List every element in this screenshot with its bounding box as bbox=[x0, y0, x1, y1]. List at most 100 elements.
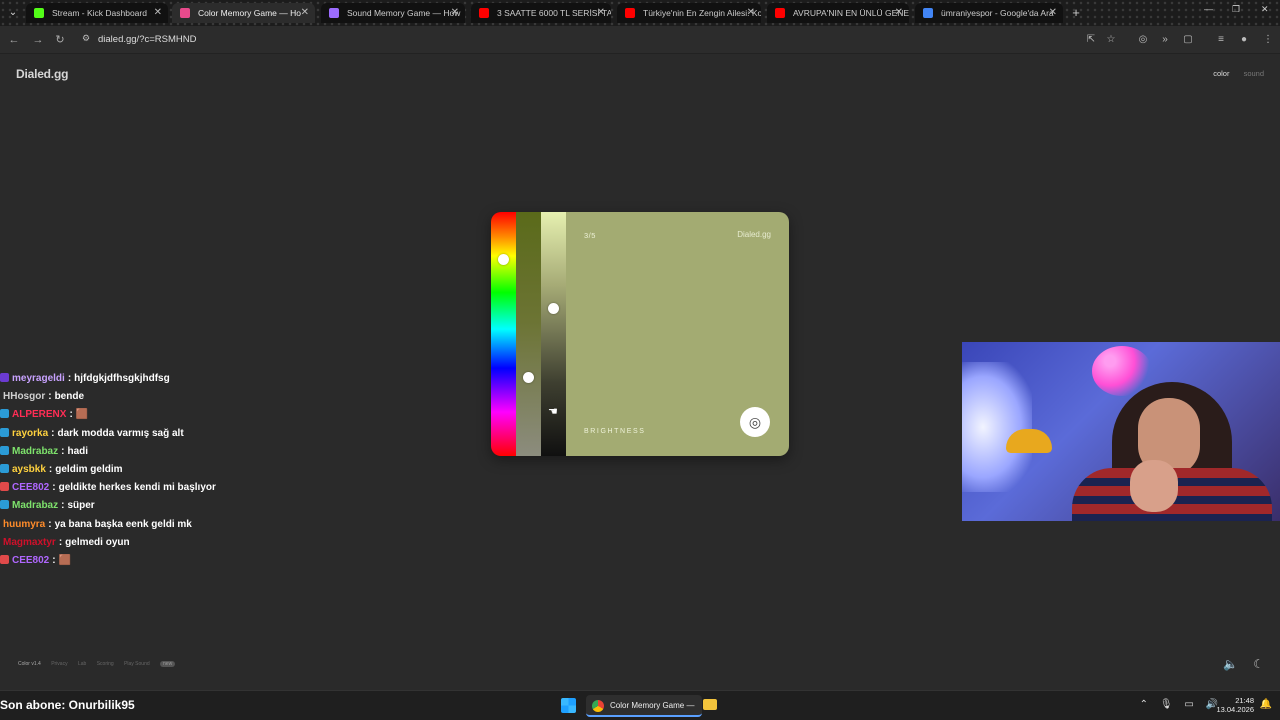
new-tab-button[interactable]: + bbox=[1069, 3, 1083, 23]
browser-tab-strip: ⌄ Stream - Kick Dashboard ✕ Color Memory G… bbox=[0, 0, 1280, 26]
browser-tab[interactable]: 3 SAATTE 6000 TL SERİSİ TARS✕ bbox=[471, 3, 611, 23]
dark-mode-toggle-icon[interactable]: ☾ bbox=[1253, 657, 1264, 671]
sound-toggle-icon[interactable]: 🔈 bbox=[1223, 657, 1238, 671]
chat-message: Magmaxtyr: gelmedi oyun bbox=[0, 534, 330, 552]
browser-tab[interactable]: Türkiye'nin En Zengin Ailesi: Ko ✕ bbox=[617, 3, 761, 23]
browser-toolbar: ← → ↻ ⚙ dialed.gg/?c=RSMHND ⇱ ☆ ◎ » ▢ ≡ … bbox=[0, 26, 1280, 54]
file-explorer-icon[interactable] bbox=[703, 699, 717, 710]
microphone-icon[interactable]: 🎙 bbox=[1160, 699, 1173, 710]
back-icon[interactable]: ← bbox=[6, 32, 22, 48]
chat-message-text: hjfdgkjdfhsgkjhdfsg bbox=[74, 373, 170, 384]
browser-tab[interactable]: AVRUPA'NIN EN ÜNLÜ GENEL ✕ bbox=[767, 3, 909, 23]
chat-username: Magmaxtyr bbox=[3, 536, 56, 548]
tab-close-icon[interactable]: ✕ bbox=[747, 3, 755, 23]
tab-title: AVRUPA'NIN EN ÜNLÜ GENEL bbox=[793, 8, 909, 18]
chat-username: aysbkk bbox=[12, 463, 46, 475]
chat-username: HHosgor bbox=[3, 391, 46, 403]
chat-separator: : bbox=[61, 445, 65, 457]
tab-close-icon[interactable]: ✕ bbox=[895, 3, 903, 23]
taskbar-app-label: Color Memory Game — bbox=[610, 701, 695, 710]
windows-start-icon[interactable] bbox=[561, 698, 576, 713]
system-tray: ⌃ 🎙 ▭ 🔊 bbox=[1131, 699, 1218, 710]
site-info-icon[interactable]: ⚙ bbox=[82, 33, 94, 45]
notification-bell-icon[interactable]: 🔔 bbox=[1260, 699, 1272, 710]
footer-link-lab[interactable]: Lab bbox=[78, 661, 86, 667]
forward-icon[interactable]: → bbox=[30, 32, 46, 48]
chat-badge-icon bbox=[0, 373, 9, 382]
tab-close-icon[interactable]: ✕ bbox=[597, 3, 605, 23]
site-logo[interactable]: Dialed.gg bbox=[16, 67, 68, 81]
tray-chevron-icon[interactable]: ⌃ bbox=[1140, 699, 1148, 710]
browser-tab[interactable]: Sound Memory Game — How ✕ bbox=[321, 3, 465, 23]
minimize-icon[interactable]: — bbox=[1204, 4, 1213, 14]
tab-close-icon[interactable]: ✕ bbox=[451, 3, 459, 23]
footer-link-scoring[interactable]: Scoring bbox=[97, 661, 114, 667]
tab-close-icon[interactable]: ✕ bbox=[1049, 3, 1057, 23]
nav-color-link[interactable]: color bbox=[1213, 69, 1229, 78]
tab-close-icon[interactable]: ✕ bbox=[154, 3, 162, 23]
footer-link-play-sound[interactable]: Play Sound bbox=[124, 661, 150, 667]
tab-title: Stream - Kick Dashboard bbox=[52, 8, 147, 18]
chat-message: Madrabaz: süper bbox=[0, 497, 330, 515]
submit-guess-button[interactable]: ◎ bbox=[740, 407, 770, 437]
brightness-slider-handle[interactable] bbox=[548, 303, 559, 314]
address-bar[interactable]: ⚙ dialed.gg/?c=RSMHND bbox=[76, 30, 1126, 50]
chat-badge-icon bbox=[0, 554, 9, 564]
footer-controls: 🔈 ☾ bbox=[1211, 657, 1264, 671]
slider-mode-label: BRIGHTNESS bbox=[584, 428, 646, 435]
chat-username: meyrageldi bbox=[12, 373, 65, 384]
bookmark-star-icon[interactable]: ☆ bbox=[1104, 33, 1118, 47]
target-icon: ◎ bbox=[748, 414, 762, 430]
saturation-slider-handle[interactable] bbox=[523, 372, 534, 383]
chat-separator: : bbox=[48, 391, 52, 403]
close-window-icon[interactable]: ✕ bbox=[1261, 4, 1269, 15]
network-icon[interactable]: ▭ bbox=[1184, 699, 1193, 710]
taskbar-chrome-app[interactable]: Color Memory Game — bbox=[586, 695, 702, 717]
chat-username: CEE802 bbox=[12, 482, 50, 494]
menu-kebab-icon[interactable]: ⋮ bbox=[1261, 33, 1275, 47]
sidebar-icon[interactable]: ≡ bbox=[1214, 33, 1228, 47]
last-subscriber-text: Son abone: Onurbilik95 bbox=[0, 698, 135, 712]
footer-version: Color v1.4 bbox=[18, 661, 41, 667]
footer-link-privacy[interactable]: Privacy bbox=[51, 661, 67, 667]
saturation-slider[interactable] bbox=[516, 212, 541, 456]
webcam-overlay bbox=[962, 342, 1280, 521]
chat-username: rayorka bbox=[12, 427, 49, 439]
chat-message-text: geldim geldim bbox=[55, 463, 123, 475]
brightness-slider[interactable] bbox=[541, 212, 566, 456]
profile-avatar-icon[interactable]: ● bbox=[1237, 33, 1251, 47]
chat-message: huumyra: ya bana başka eenk geldi mk bbox=[0, 516, 330, 534]
maximize-icon[interactable]: ❐ bbox=[1232, 4, 1240, 15]
chat-separator: : bbox=[69, 409, 73, 421]
webcam-hard-hat bbox=[1006, 429, 1052, 453]
clock-date: 13.04.2026 bbox=[1216, 705, 1254, 714]
system-clock[interactable]: 21:48 13.04.2026 bbox=[1216, 696, 1254, 714]
tab-search-icon[interactable]: ⌄ bbox=[4, 4, 22, 22]
extension-icon[interactable]: ◎ bbox=[1136, 33, 1150, 47]
chat-message-text: geldikte herkes kendi mi başlıyor bbox=[58, 482, 216, 494]
extensions-puzzle-icon[interactable]: ▢ bbox=[1181, 33, 1195, 47]
chat-message: meyrageldi: hjfdgkjdfhsgkjhdfsg bbox=[0, 370, 330, 388]
install-app-icon[interactable]: ⇱ bbox=[1084, 33, 1098, 47]
chat-separator: : bbox=[52, 482, 56, 494]
tab-close-icon[interactable]: ✕ bbox=[301, 3, 309, 23]
chat-separator: : bbox=[67, 373, 72, 384]
tab-title: 3 SAATTE 6000 TL SERİSİ TARS bbox=[497, 8, 611, 18]
windows-taskbar: Son abone: Onurbilik95 Color Memory Game… bbox=[0, 690, 1280, 720]
hue-slider-handle[interactable] bbox=[498, 254, 509, 265]
chat-username: Madrabaz bbox=[12, 445, 59, 457]
extension-icon[interactable]: » bbox=[1158, 33, 1172, 47]
nav-sound-link[interactable]: sound bbox=[1244, 69, 1264, 78]
chat-message-text: süper bbox=[67, 500, 95, 512]
tab-title: ümraniyespor - Google'da Ara bbox=[941, 8, 1054, 18]
chat-message: HHosgor: bende bbox=[0, 388, 330, 406]
browser-tab[interactable]: Color Memory Game — Ho ✕ bbox=[172, 3, 315, 23]
hue-slider[interactable] bbox=[491, 212, 516, 456]
stream-chat-overlay: meyrageldi: hjfdgkjdfhsgkjhdfsg HHosgor: be… bbox=[0, 370, 330, 570]
tab-title: Türkiye'nin En Zengin Ailesi: Ko bbox=[643, 8, 761, 18]
reload-icon[interactable]: ↻ bbox=[52, 32, 68, 48]
browser-tab[interactable]: ümraniyespor - Google'da Ara ✕ bbox=[915, 3, 1063, 23]
chat-message: CEE802: 🟫 bbox=[0, 552, 330, 570]
browser-tab[interactable]: Stream - Kick Dashboard ✕ bbox=[26, 3, 168, 23]
tab-title: Color Memory Game — Ho bbox=[198, 8, 301, 18]
